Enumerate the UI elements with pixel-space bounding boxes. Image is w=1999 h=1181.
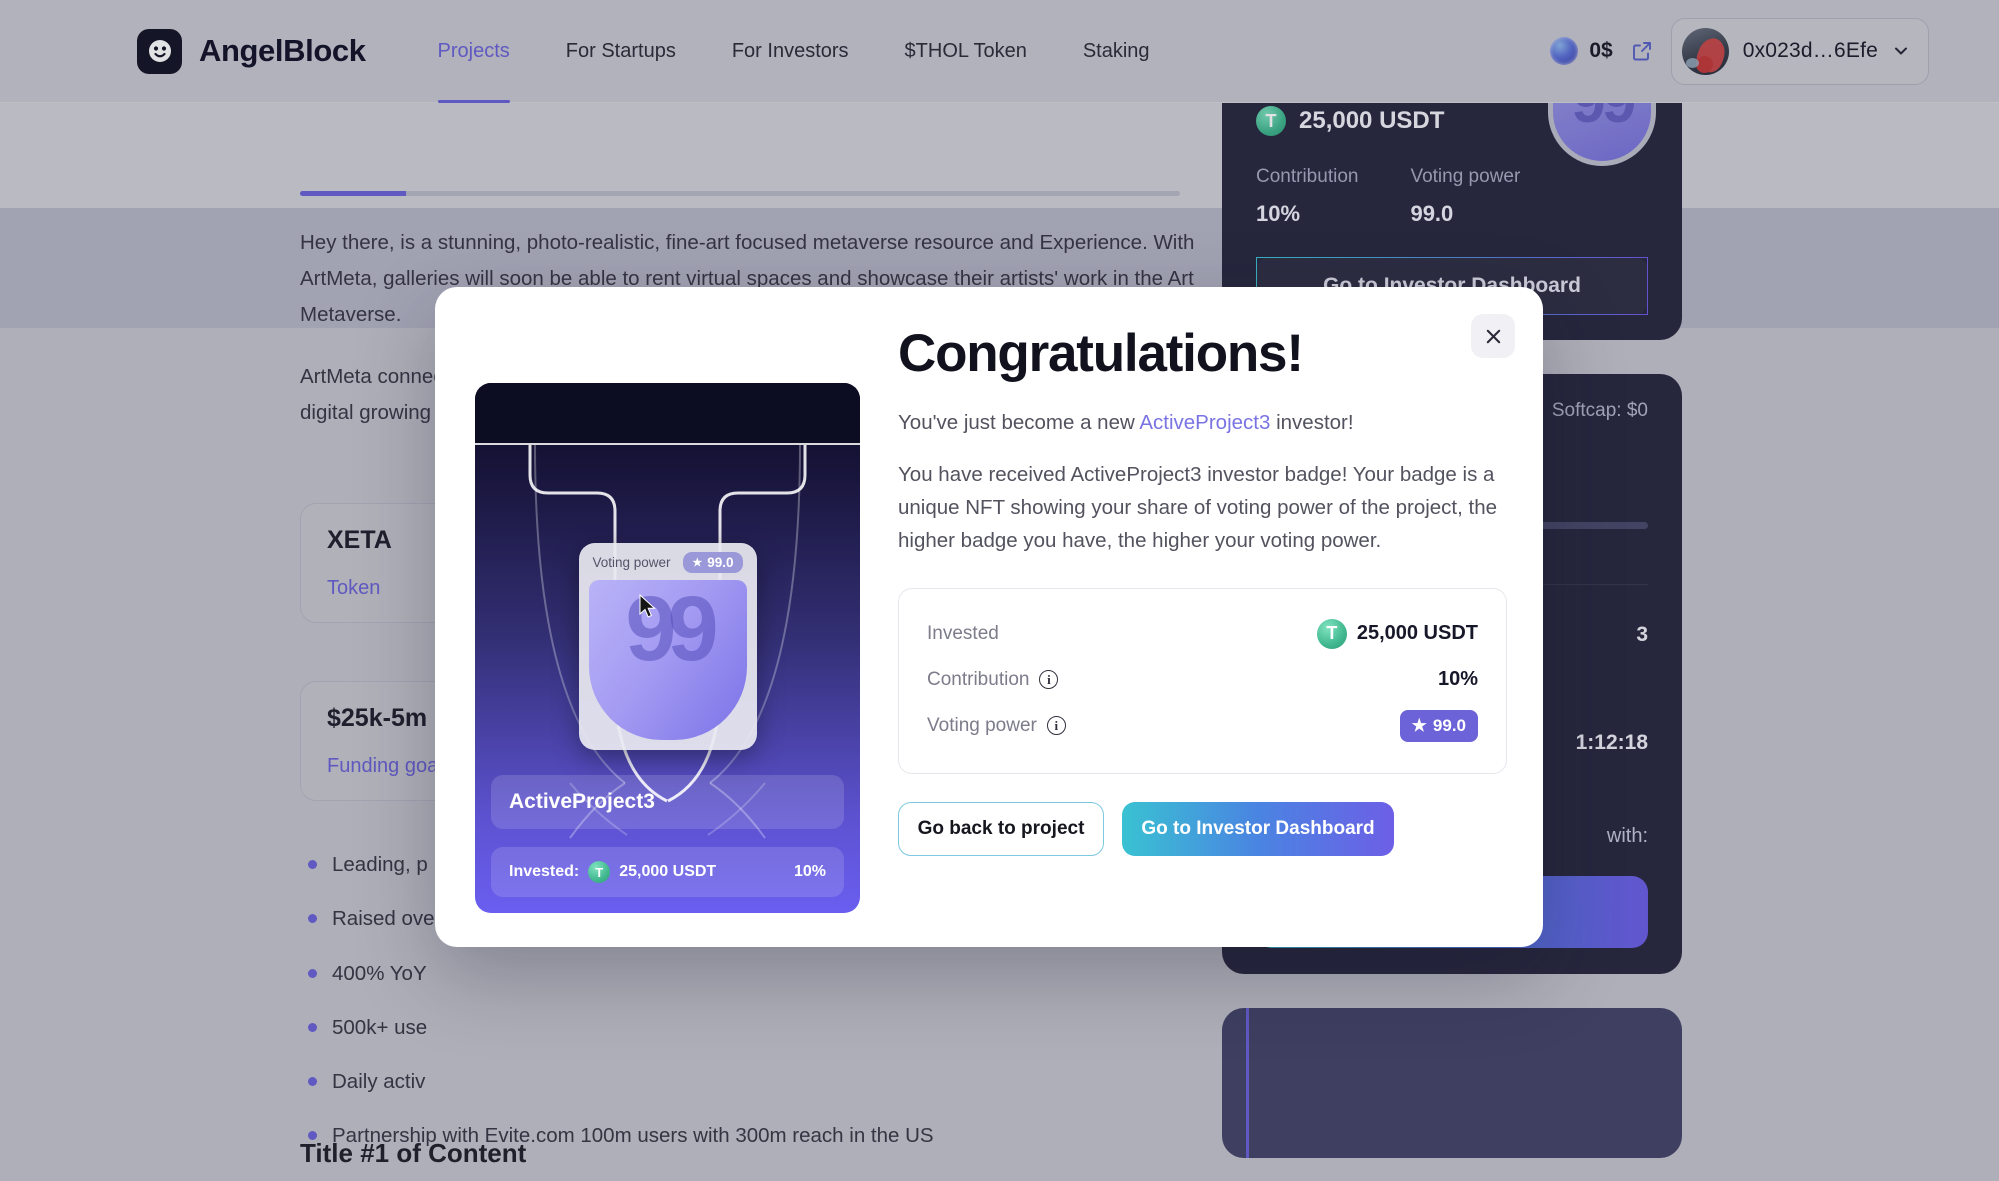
mouse-cursor-icon <box>639 594 656 618</box>
modal-description: You have received ActiveProject3 investo… <box>898 463 1498 553</box>
nft-invested-percent: 10% <box>793 863 826 880</box>
stat-label-text: Contribution <box>927 668 1030 690</box>
usdt-icon: T <box>1316 618 1347 649</box>
nft-voting-power-label: Voting power <box>592 555 671 570</box>
modal-stats-panel: Invested T 25,000 USDT Contribution i 10… <box>898 587 1507 774</box>
modal-title: Congratulations! <box>898 324 1304 383</box>
star-icon: ★ <box>1411 715 1427 735</box>
star-icon: ★ <box>692 557 703 569</box>
info-icon[interactable]: i <box>1039 670 1059 690</box>
stat-row-contribution: Contribution i 10% <box>927 657 1478 703</box>
nft-voting-power-value: 99.0 <box>707 555 734 570</box>
go-back-to-project-button[interactable]: Go back to project <box>898 801 1104 856</box>
nft-project-name: ActiveProject3 <box>491 775 844 829</box>
nft-invested-value: 25,000 USDT <box>619 863 717 880</box>
stat-value-text: 25,000 USDT <box>1356 622 1478 645</box>
modal-lead-suffix: investor! <box>1270 411 1354 434</box>
voting-power-pill: ★ 99.0 <box>1399 709 1478 742</box>
nft-badge-header: Voting power ★ 99.0 <box>589 552 747 580</box>
go-to-investor-dashboard-button[interactable]: Go to Investor Dashboard <box>1122 801 1394 856</box>
info-icon[interactable]: i <box>1046 716 1066 736</box>
nft-invested-row: Invested: T 25,000 USDT 10% <box>491 847 844 897</box>
stat-label: Invested <box>927 622 999 644</box>
stat-label-voting-power: Voting power i <box>927 715 1066 737</box>
nft-shield-number: 99 <box>588 580 747 740</box>
modal-content: Congratulations! You've just become a ne… <box>898 323 1507 856</box>
nft-voting-power-pill: ★ 99.0 <box>683 552 743 573</box>
stat-value-invested: T 25,000 USDT <box>1316 618 1478 649</box>
modal-lead: You've just become a new ActiveProject3 … <box>898 411 1507 435</box>
nft-voting-power-badge: Voting power ★ 99.0 99 <box>578 543 757 750</box>
app-root: Hey there, is a stunning, photo-realisti… <box>0 0 1999 1181</box>
modal-actions: Go back to project Go to Investor Dashbo… <box>898 801 1507 856</box>
nft-badge-card: Voting power ★ 99.0 99 ActiveProject3 In… <box>475 383 860 913</box>
stat-row-invested: Invested T 25,000 USDT <box>927 611 1478 657</box>
stat-label-contribution: Contribution i <box>927 668 1059 691</box>
stat-value-voting-power: ★ 99.0 <box>1399 709 1478 742</box>
project-link[interactable]: ActiveProject3 <box>1139 411 1270 434</box>
stat-label-text: Voting power <box>927 714 1037 736</box>
congratulations-modal: Voting power ★ 99.0 99 ActiveProject3 In… <box>435 287 1543 947</box>
nft-invested-label: Invested: <box>509 863 580 880</box>
stat-row-voting-power: Voting power i ★ 99.0 <box>927 703 1478 749</box>
modal-lead-prefix: You've just become a new <box>898 411 1140 434</box>
usdt-icon: T <box>588 861 611 883</box>
stat-value-contribution: 10% <box>1437 668 1478 691</box>
voting-power-value: 99.0 <box>1432 715 1466 735</box>
